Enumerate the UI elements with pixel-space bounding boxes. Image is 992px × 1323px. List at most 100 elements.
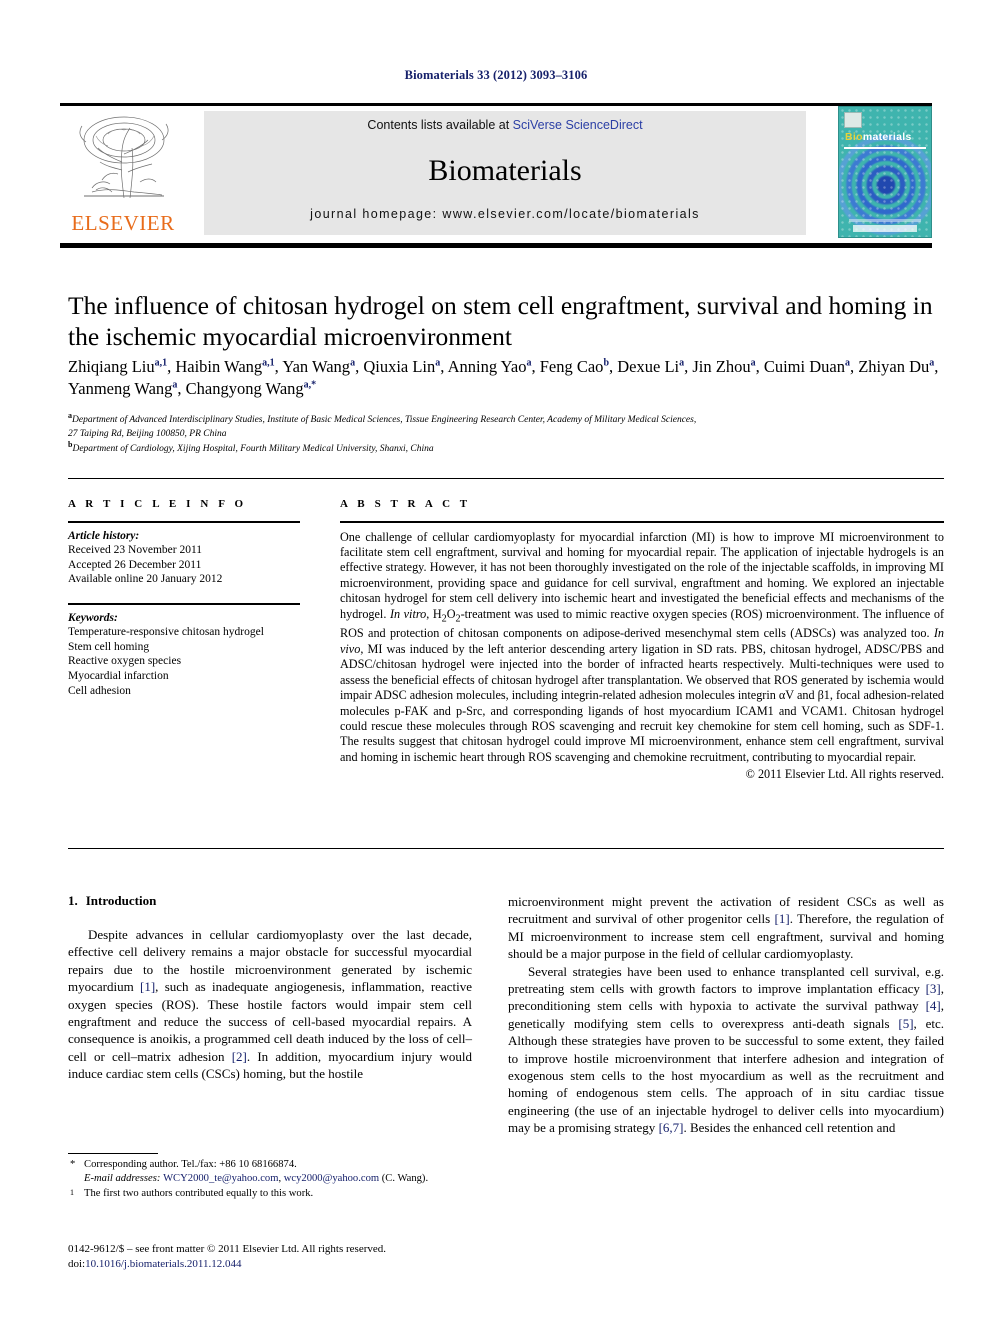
footnote-block: * Corresponding author. Tel./fax: +86 10 … [68,1158,472,1202]
footnote-email-label: E-mail addresses: [84,1173,161,1184]
elsevier-tree-icon [62,110,184,206]
contents-banner: Contents lists available at SciVerse Sci… [204,111,806,235]
citation-ref-4[interactable]: [4] [926,998,941,1013]
author-name: Cuimi Duan [763,357,845,376]
affiliation-b-line: Department of Cardiology, Xijing Hospita… [72,444,434,454]
author-affiliation-mark: a,* [303,379,317,391]
author-name: Dexue Li [617,357,680,376]
journal-cover-thumbnail: Biomaterials [838,106,932,238]
cover-title-part2: materials [862,131,912,143]
footnote-corresponding-text: Corresponding author. Tel./fax: +86 10 6… [84,1159,297,1170]
section-title: Introduction [85,893,157,908]
intro-right-2e: . Besides the enhanced cell retention an… [683,1120,896,1136]
email-link-2[interactable]: wcy2000@yahoo.com [284,1173,379,1184]
cover-elsevier-badge-icon [844,112,862,128]
article-info-heading: A R T I C L E I N F O [68,498,247,510]
cover-footer-logo-bar [853,225,917,232]
abstract-part-4: , MI was induced by the left anterior de… [340,641,944,764]
author-name: Yan Wang [282,357,351,376]
author-name: Changyong Wang [185,379,304,398]
citation-ref-1b[interactable]: [1] [775,911,790,926]
intro-right-2d: , etc. Although these strategies have pr… [508,1015,944,1136]
author-name: Yanmeng Wang [68,379,173,398]
article-info-rule-2 [68,602,300,605]
author-name: Zhiqiang Liu [68,357,155,376]
cover-underline [844,147,926,149]
citation-ref-3[interactable]: [3] [926,981,941,996]
author-name: Jin Zhou [692,357,751,376]
journal-masthead: ELSEVIER Contents lists available at Sci… [60,103,932,249]
citation-ref-2[interactable]: [2] [232,1049,247,1064]
citation-ref-1[interactable]: [1] [140,979,155,994]
doi-link[interactable]: 10.1016/j.biomaterials.2011.12.044 [85,1258,241,1270]
email-link-1[interactable]: WCY2000_te@yahoo.com [163,1173,278,1184]
affiliation-a-line2: 27 Taiping Rd, Beijing 100850, PR China [68,428,227,439]
intro-right-2a: Several strategies have been used to enh… [508,963,944,997]
author-affiliation-mark: a,1 [154,357,168,369]
keywords-label: Keywords: [68,611,118,624]
intro-paragraph-left: Despite advances in cellular cardiomyopl… [68,926,472,1083]
author-separator: , [440,357,448,376]
cover-title: Biomaterials [845,131,912,143]
cover-footer-text-bar [849,219,921,222]
article-history-block: Article history: Received 23 November 20… [68,529,300,587]
keyword-item: Myocardial infarction [68,669,169,682]
body-right-column: microenvironment might prevent the activ… [508,893,944,1137]
page-title: The influence of chitosan hydrogel on st… [68,291,933,351]
article-history-item: Available online 20 January 2012 [68,573,223,586]
contents-line: Contents lists available at SciVerse Sci… [204,118,806,132]
author-name: Zhiyan Du [858,357,930,376]
abstract-part-2b: O [446,606,456,621]
issn-front-matter: 0142-9612/$ – see front matter © 2011 El… [68,1243,387,1255]
affiliation-a-line1: Department of Advanced Interdisciplinary… [72,415,697,425]
elsevier-logo: ELSEVIER [62,110,184,238]
abstract-heading: A B S T R A C T [340,498,471,510]
doi-line: doi:10.1016/j.biomaterials.2011.12.044 [68,1257,498,1272]
section-number: 1. [68,893,78,908]
citation-ref-6-7[interactable]: [6,7] [659,1120,684,1135]
keyword-item: Reactive oxygen species [68,655,182,668]
author-separator: , [755,357,764,376]
keyword-item: Cell adhesion [68,684,131,697]
elsevier-tree-svg [79,116,169,199]
footnote-equal-contribution: 1 The first two authors contributed equal… [68,1187,472,1201]
author-separator: , [609,357,618,376]
footnote-corresponding-author: * Corresponding author. Tel./fax: +86 10 … [68,1158,472,1186]
footnote-numeric-mark: 1 [70,1188,74,1197]
citation-ref-5[interactable]: [5] [898,1016,913,1031]
sciencedirect-link[interactable]: SciVerse ScienceDirect [513,118,643,132]
running-head: Biomaterials 33 (2012) 3093–3106 [404,68,588,82]
intro-paragraph-right-1: microenvironment might prevent the activ… [508,893,944,963]
footnote-asterisk-mark: * [70,1159,76,1170]
journal-homepage-link[interactable]: journal homepage: www.elsevier.com/locat… [204,207,806,221]
paper-page: Biomaterials 33 (2012) 3093–3106 ELSEVIE… [0,0,992,1323]
affiliation-b: bDepartment of Cardiology, Xijing Hospit… [68,440,944,457]
masthead-bottom-rule [60,243,932,248]
author-name: Feng Cao [539,357,604,376]
author-separator: , [531,357,540,376]
intro-paragraph-right-2: Several strategies have been used to enh… [508,963,944,1137]
author-name: Anning Yao [447,357,527,376]
article-history-label: Article history: [68,529,140,542]
author-separator: , [934,357,939,376]
author-separator: , [849,357,859,376]
article-history-item: Received 23 November 2011 [68,544,203,557]
band-bottom-rule [68,848,944,849]
affiliation-a: aDepartment of Advanced Interdisciplinar… [68,411,944,441]
elsevier-wordmark: ELSEVIER [71,211,175,235]
abstract-body: One challenge of cellular cardiomyoplast… [340,530,944,766]
keyword-item: Temperature-responsive chitosan hydrogel [68,626,264,639]
body-left-column: 1. Introduction Despite advances in cellu… [68,893,472,1083]
abstract-column: A B S T R A C T One challenge of cellula… [340,498,944,782]
footnote-rule [68,1153,158,1154]
abstract-part-2: , H [426,606,442,621]
band-top-rule [68,478,944,479]
author-separator: , [177,379,186,398]
article-info-rule-1 [68,521,300,523]
footnote-equal-text: The first two authors contributed equall… [84,1188,314,1199]
keywords-block: Keywords: Temperature-responsive chitosa… [68,611,300,699]
abstract-rule [340,521,944,523]
article-info-column: A R T I C L E I N F O Article history: R… [68,498,300,698]
journal-title: Biomaterials [428,154,582,187]
contents-prefix: Contents lists available at [367,118,513,132]
